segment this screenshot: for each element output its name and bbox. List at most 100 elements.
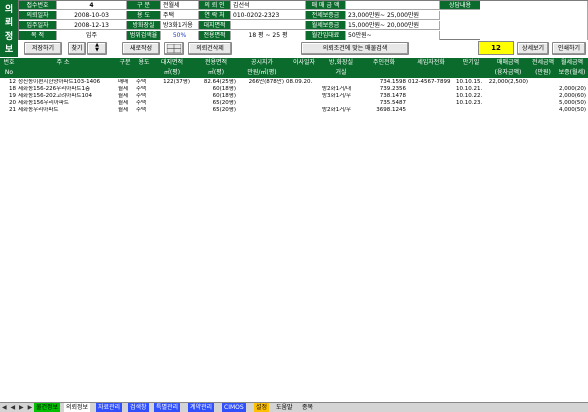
tab-settings[interactable]: 설정 [254,403,270,412]
cell-no: 19 [9,93,16,99]
monthly-rent-field[interactable]: 50만원~ [346,31,440,40]
match-search-button[interactable]: 의뢰조건에 맞는 매물검색 [301,42,409,55]
col-header-land-area[interactable]: 대지면적 [156,58,188,67]
tab-special-manage[interactable]: 특별관리 [154,403,181,412]
cell-tenant-phone: 012-4567-7899 [408,79,451,85]
use-field[interactable]: 주택 [161,11,199,20]
print-button[interactable]: 인쇄하기 [552,42,586,55]
purpose-field[interactable]: 입주 [57,31,127,40]
cell-land-price: 266만(878만) [248,79,284,85]
find-label: 찾기 [68,42,86,55]
cell-address: 세화동156우리아파트 [18,100,69,106]
col-subheader: 만원/㎡(평) [247,69,277,76]
tab-category[interactable]: 종목 [300,403,316,412]
col-header-no[interactable]: 번호 [2,58,16,67]
cell-rent-amount: 2,000(20) [558,86,586,92]
save-button[interactable]: 저장하기 [24,42,62,55]
col-header-tenant-phone[interactable]: 세입자전화 [408,58,454,67]
col-subheader: ㎡(평) [207,69,225,76]
cell-no: 18 [9,86,16,92]
sale-amount-field[interactable] [346,1,440,10]
table-row[interactable]: 18 세화동156-226우리아파트1층 월세 주택 60(18평) 방2화1거/대 739… [0,86,588,93]
tab-search[interactable]: 검색창 [128,403,149,412]
type-field[interactable]: 전월세 [161,1,199,10]
col-header-owner-phone[interactable]: 주인전화 [362,58,406,67]
find-spinner[interactable]: ▲ ▼ [87,42,107,55]
col-header-rooms[interactable]: 방,화장실 [322,58,360,67]
jeonse-deposit-field[interactable]: 23,000만원~ 25,000만원 [346,11,440,20]
cell-expiry: 10.10.23. [456,100,483,106]
cell-address: 세화동156-202고려아파트104 [18,93,92,99]
col-header-sale-amount[interactable]: 매매금액 [488,58,528,67]
cell-exclusive-area: 60(18평) [212,86,236,92]
cell-owner-phone: 3698.1245 [376,107,406,113]
col-subheader: No [4,69,14,76]
cell-exclusive-area: 65(20평) [212,100,236,106]
cell-exclusive-area: 82.64(25평) [203,79,236,85]
grid-icon[interactable] [164,42,184,55]
label-rooms: 방화장실 [127,21,161,30]
col-subheader: 보증(월세) [558,69,586,76]
cell-use: 주택 [136,86,147,92]
consult-notes-field[interactable] [480,1,588,40]
client-name-field[interactable]: 김선석 [231,1,306,10]
col-header-land-price[interactable]: 공시지가 [240,58,284,67]
exclusive-area-field[interactable]: 18 평 ~ 25 평 [231,31,306,40]
detail-view-button[interactable]: 상세보기 [517,42,549,55]
cell-rent-amount: 4,000(50) [558,107,586,113]
label-request-date: 의뢰일자 [19,11,57,20]
request-date-field[interactable]: 2008-10-03 [57,11,127,20]
table-row[interactable]: 20 세화동156우리아파트 월세 주택 65(20평) 735.5487 10.10.23… [0,100,588,107]
toolbar: 저장하기 찾기 ▲ ▼ 새로작성 의뢰건삭제 의뢰조건에 맞는 매물검색 12 … [18,40,588,57]
cell-exclusive-area: 65(20평) [212,107,236,113]
rooms-field[interactable]: 방3화1거용 [161,21,199,30]
cell-kind: 월세 [118,107,129,113]
cell-rooms: 방3화1거/우 [322,93,352,99]
col-header-exclusive-area[interactable]: 전용면적 [194,58,238,67]
table-row[interactable]: 19 세화동156-202고려아파트104 월세 주택 60(18평) 방3화1거/우 73… [0,93,588,100]
move-in-date-field[interactable]: 2008-12-13 [57,21,127,30]
range-ratio-field[interactable]: 50% [161,31,199,40]
badge-char: 정 [4,31,14,42]
tab-help[interactable]: 도움말 [274,403,295,412]
col-header-address[interactable]: 주 소 [18,58,108,67]
table-row[interactable]: 12 청진동이편지한양아파트103-1406 매매 주택 122(37평) 82.64(2… [0,79,588,86]
sheet-nav-arrows[interactable]: ◀ ◀ ▶ ▶ [2,403,33,412]
cell-address: 세화동156-226우리아파트1층 [18,86,91,92]
receipt-no-field[interactable]: 4 [57,1,127,10]
col-header-move-date[interactable]: 이사일자 [286,58,322,67]
col-subheader: ㎡(평) [163,69,181,76]
col-header-use[interactable]: 용도 [136,58,152,67]
cell-expiry: 10.10.21. [456,86,483,92]
tab-property-info[interactable]: 물건정보 [34,403,61,412]
label-monthly-deposit: 월세보증금 [306,21,346,30]
col-header-expiry[interactable]: 만기일 [456,58,486,67]
col-header-jeonse-amount[interactable]: 전세금액 [530,58,556,67]
cell-address: 청진동이편지한양아파트103-1406 [18,79,101,85]
tab-data-manage[interactable]: 자료관리 [96,403,123,412]
monthly-deposit-field[interactable]: 15,000만원~ 20,000만원 [346,21,440,30]
col-subheader: (융자금액) [494,69,522,76]
label-jeonse-deposit: 전세보증금 [306,11,346,20]
tab-cimos[interactable]: CIMOS [222,403,246,412]
tab-contract-manage[interactable]: 계약관리 [188,403,215,412]
tab-request-info[interactable]: 의뢰정보 [64,403,91,412]
contact-field[interactable]: 010-0202-2323 [231,11,306,20]
table-row[interactable]: 21 세화동우리아파트 월세 주택 65(20평) 방2화1거/우 3698.1245 4,0… [0,107,588,114]
land-area-field[interactable] [231,21,306,30]
col-subheader: 거실 [335,69,347,76]
label-purpose: 목 적 [19,31,57,40]
col-header-kind[interactable]: 구분 [118,58,132,67]
delete-request-button[interactable]: 의뢰건삭제 [188,42,232,55]
col-header-rent-amount[interactable]: 월세금액 [558,58,586,67]
cell-rooms: 방2화1거/대 [322,86,352,92]
cell-land-area: 122(37평) [163,79,190,85]
cell-kind: 매매 [118,79,129,85]
cell-rent-amount: 2,000(60) [558,93,586,99]
label-client: 의 뢰 인 [199,1,231,10]
chevron-down-icon[interactable]: ▼ [88,48,106,53]
new-button[interactable]: 새로작성 [122,42,160,55]
label-monthly-rent: 월간임대료 [306,31,346,40]
cell-use: 주택 [136,107,147,113]
result-count: 12 [478,41,514,55]
